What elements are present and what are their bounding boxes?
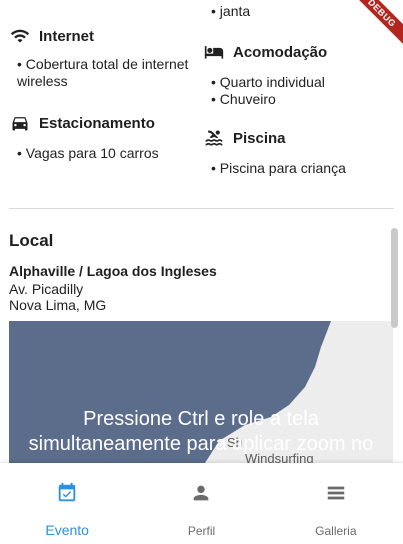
scrollbar-thumb[interactable] xyxy=(391,228,398,328)
amenity-internet: Internet • Cobertura total de internet w… xyxy=(9,26,188,90)
amenity-acomodacao: Acomodação • Quarto individual • Chuveir… xyxy=(203,42,327,108)
acomodacao-title: Acomodação xyxy=(233,43,328,61)
debug-banner: DEBUG xyxy=(345,0,403,50)
estacionamento-heading: Estacionamento xyxy=(9,113,159,133)
internet-item-1: • Cobertura total de internet xyxy=(17,56,189,72)
estacionamento-item-1: • Vagas para 10 carros xyxy=(17,145,159,161)
piscina-title: Piscina xyxy=(233,129,286,147)
bottom-navigation: Evento Perfil Galleria xyxy=(0,463,403,544)
section-divider xyxy=(9,208,394,209)
pool-icon xyxy=(205,130,223,146)
list-icon xyxy=(327,486,345,500)
internet-title: Internet xyxy=(39,27,95,45)
estacionamento-title: Estacionamento xyxy=(39,114,155,132)
nav-item-perfil[interactable]: Perfil xyxy=(134,463,268,544)
wifi-icon xyxy=(10,29,30,43)
acomodacao-item-1: • Quarto individual xyxy=(211,74,325,90)
event-details-screen: • janta Internet • Cobertura total de in… xyxy=(0,0,403,544)
nav-item-galleria[interactable]: Galleria xyxy=(269,463,403,544)
bed-icon xyxy=(204,46,224,59)
map-hint-line-2: simultaneamente para aplicar zoom no xyxy=(28,433,374,455)
amenity-estacionamento: Estacionamento • Vagas para 10 carros xyxy=(9,113,159,162)
acomodacao-item-2: • Chuveiro xyxy=(211,91,276,107)
piscina-item-1: • Piscina para criança xyxy=(211,160,346,176)
location-map[interactable]: Sh Windsurfing Pressione Ctrl e role a t… xyxy=(9,321,393,463)
person-icon xyxy=(194,485,209,501)
acomodacao-heading: Acomodação xyxy=(203,42,327,62)
location-street: Av. Picadilly xyxy=(9,281,84,297)
janta-item: • janta xyxy=(211,3,251,19)
internet-heading: Internet xyxy=(9,26,188,46)
map-zoom-hint: Pressione Ctrl e role a tela simultaneam… xyxy=(9,407,393,457)
nav-label-galleria: Galleria xyxy=(315,524,357,538)
amenity-piscina: Piscina • Piscina para criança xyxy=(203,128,346,177)
calendar-check-icon xyxy=(58,482,76,502)
location-name: Alphaville / Lagoa dos Ingleses xyxy=(9,263,217,279)
local-section-title: Local xyxy=(9,231,54,250)
piscina-heading: Piscina xyxy=(203,128,346,148)
car-icon xyxy=(12,117,28,131)
nav-item-evento[interactable]: Evento xyxy=(0,463,134,544)
internet-item-2: wireless xyxy=(17,73,68,89)
location-city: Nova Lima, MG xyxy=(9,297,107,313)
nav-label-evento: Evento xyxy=(45,522,89,538)
map-hint-line-1: Pressione Ctrl e role a tela xyxy=(83,408,319,430)
nav-label-perfil: Perfil xyxy=(187,524,216,538)
